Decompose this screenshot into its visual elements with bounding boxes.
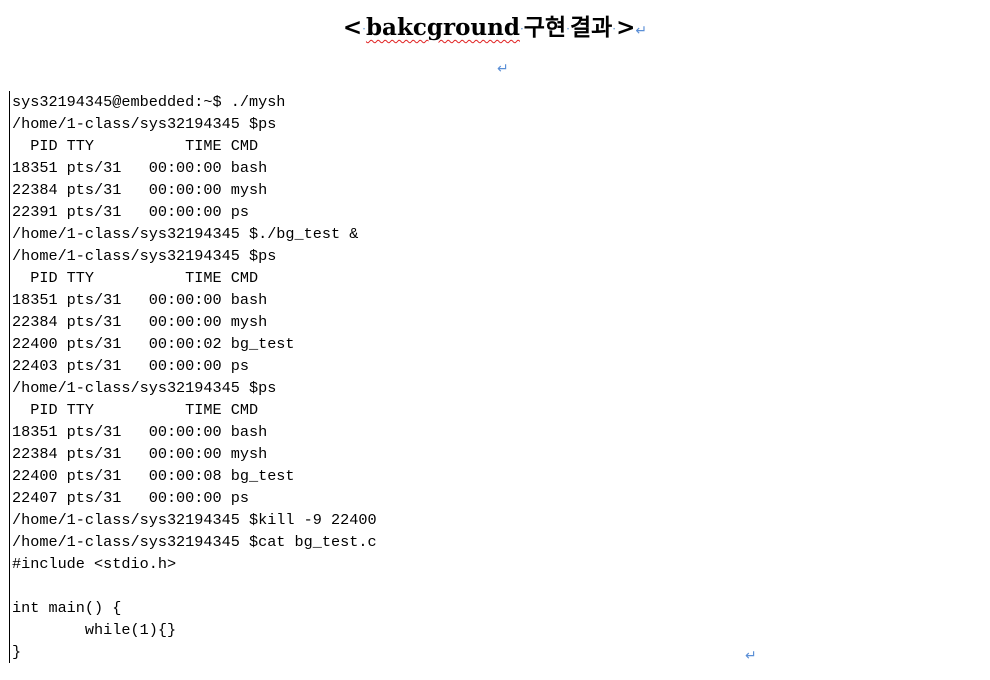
- terminal-line: PID TTY TIME CMD: [12, 401, 259, 419]
- terminal-line: /home/1-class/sys32194345 $ps: [12, 379, 277, 397]
- terminal-line: /home/1-class/sys32194345 $ps: [12, 247, 277, 265]
- terminal-screenshot: sys32194345@embedded:~$ ./mysh/home/1-cl…: [9, 91, 489, 663]
- end-paragraph[interactable]: ↵: [745, 645, 765, 665]
- terminal-line: 22400 pts/31 00:00:02 bg_test: [12, 335, 295, 353]
- terminal-line: PID TTY TIME CMD: [12, 137, 259, 155]
- terminal-line: 22400 pts/31 00:00:08 bg_test: [12, 467, 295, 485]
- heading-open-bracket: <: [342, 14, 363, 41]
- terminal-line: /home/1-class/sys32194345 $./bg_test &: [12, 225, 359, 243]
- terminal-line: 18351 pts/31 00:00:00 bash: [12, 291, 268, 309]
- terminal-line: 22407 pts/31 00:00:00 ps: [12, 489, 249, 507]
- document-heading: <·bakcground·구현·결과·>↵: [0, 12, 990, 47]
- terminal-line: 18351 pts/31 00:00:00 bash: [12, 159, 268, 177]
- heading-close-bracket: >: [616, 14, 636, 41]
- terminal-line: while(1){}: [12, 621, 177, 639]
- paragraph-mark-icon: ↵: [635, 23, 648, 39]
- heading-word-result: 결과: [569, 14, 613, 41]
- terminal-line: 22384 pts/31 00:00:00 mysh: [12, 445, 268, 463]
- terminal-line: PID TTY TIME CMD: [12, 269, 259, 287]
- terminal-line: 22403 pts/31 00:00:00 ps: [12, 357, 249, 375]
- heading-word-misspelled[interactable]: bakcground: [366, 14, 520, 41]
- terminal-line: /home/1-class/sys32194345 $cat bg_test.c: [12, 533, 377, 551]
- terminal-line: 22384 pts/31 00:00:00 mysh: [12, 313, 268, 331]
- terminal-line: 22391 pts/31 00:00:00 ps: [12, 203, 249, 221]
- terminal-line: }: [12, 643, 22, 661]
- terminal-line: #include <stdio.h>: [12, 555, 177, 573]
- terminal-line: sys32194345@embedded:~$ ./mysh: [12, 93, 286, 111]
- heading-word-implementation: 구현: [523, 14, 567, 41]
- terminal-line: /home/1-class/sys32194345 $ps: [12, 115, 277, 133]
- terminal-line: /home/1-class/sys32194345 $kill -9 22400: [12, 511, 377, 529]
- terminal-line: 18351 pts/31 00:00:00 bash: [12, 423, 268, 441]
- paragraph-mark-icon: ↵: [745, 648, 757, 664]
- paragraph-mark-icon: ↵: [497, 61, 509, 77]
- terminal-line: int main() {: [12, 599, 122, 617]
- empty-paragraph[interactable]: ↵: [497, 58, 517, 78]
- terminal-line: 22384 pts/31 00:00:00 mysh: [12, 181, 268, 199]
